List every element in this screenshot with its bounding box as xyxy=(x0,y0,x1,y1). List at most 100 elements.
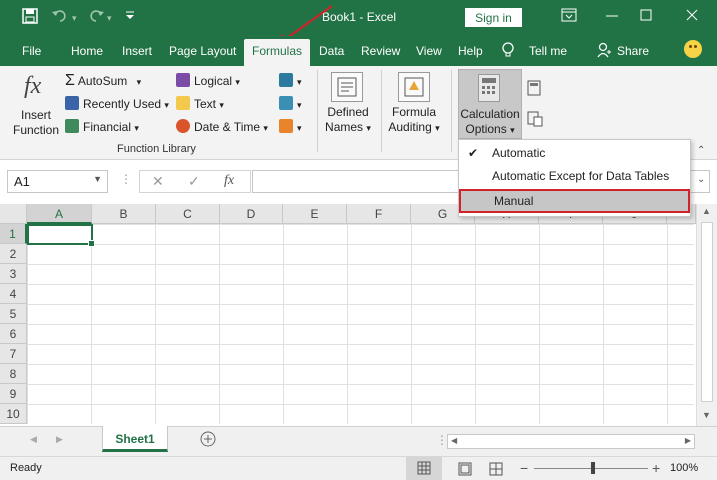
logical-button[interactable]: Logical ▾ xyxy=(176,73,240,88)
chevron-down-icon: ▾ xyxy=(136,77,142,87)
page-break-view-icon[interactable] xyxy=(489,462,503,479)
row-header[interactable]: 6 xyxy=(0,324,27,344)
row-header[interactable]: 8 xyxy=(0,364,27,384)
customize-qat-icon[interactable] xyxy=(125,8,135,29)
share-button[interactable]: Share xyxy=(617,44,649,58)
chevron-down-icon[interactable]: ▼ xyxy=(93,174,102,184)
insert-function-fx-icon[interactable]: fx xyxy=(24,73,41,100)
column-header[interactable]: B xyxy=(92,204,156,224)
normal-view-icon[interactable] xyxy=(406,457,442,480)
save-icon[interactable] xyxy=(22,8,38,30)
chevron-down-icon: ▾ xyxy=(435,123,440,133)
chevron-down-icon: ▾ xyxy=(297,123,302,133)
ribbon-display-icon[interactable] xyxy=(561,8,577,25)
tab-insert[interactable]: Insert xyxy=(122,44,152,58)
formula-auditing-icon[interactable] xyxy=(398,72,430,102)
date-time-button[interactable]: Date & Time ▾ xyxy=(176,119,268,134)
formula-auditing-button[interactable]: Formula Auditing ▾ xyxy=(385,105,443,136)
tab-home[interactable]: Home xyxy=(71,44,103,58)
insert-function-button[interactable]: Insert Function xyxy=(10,108,62,138)
formula-bar-splitter-icon[interactable]: ⋮ xyxy=(120,172,132,186)
scroll-down-icon[interactable]: ▼ xyxy=(702,410,711,420)
vertical-scroll-thumb[interactable] xyxy=(701,222,713,402)
name-box[interactable]: A1 ▼ xyxy=(7,170,108,193)
recently-used-button[interactable]: Recently Used ▾ xyxy=(65,96,169,111)
theta-icon xyxy=(279,96,293,110)
menu-item-automatic[interactable]: ✔ Automatic xyxy=(459,142,690,164)
sign-in-button[interactable]: Sign in xyxy=(465,8,522,27)
row-header[interactable]: 1 xyxy=(0,224,27,244)
tell-me-search[interactable]: Tell me xyxy=(529,44,567,58)
enter-check-icon[interactable]: ✓ xyxy=(188,173,200,190)
menu-item-automatic-except-tables[interactable]: Automatic Except for Data Tables xyxy=(459,165,690,187)
tab-file[interactable]: File xyxy=(22,44,41,58)
scroll-up-icon[interactable]: ▲ xyxy=(702,206,711,216)
tab-page-layout[interactable]: Page Layout xyxy=(169,44,236,58)
undo-icon[interactable] xyxy=(52,8,68,30)
sigma-icon: Σ xyxy=(65,72,75,89)
defined-names-icon[interactable] xyxy=(331,72,363,102)
tab-help[interactable]: Help xyxy=(458,44,483,58)
cell-area[interactable] xyxy=(27,224,694,424)
expand-formula-bar-icon[interactable]: ⌄ xyxy=(697,174,705,185)
redo-icon[interactable] xyxy=(88,8,104,30)
zoom-out-icon[interactable]: − xyxy=(520,460,528,476)
calculate-now-icon[interactable] xyxy=(527,80,541,99)
sheet-tab-bar: ◀ ▶ Sheet1 ⋮ ◀ ▶ xyxy=(0,426,717,456)
lookup-reference-button[interactable]: ▾ xyxy=(279,73,302,88)
row-header[interactable]: 2 xyxy=(0,244,27,264)
active-cell[interactable] xyxy=(27,224,95,247)
restore-icon[interactable] xyxy=(640,8,652,25)
text-button[interactable]: Text ▾ xyxy=(176,96,224,111)
column-header[interactable]: F xyxy=(347,204,411,224)
calculate-sheet-icon[interactable] xyxy=(527,111,543,130)
add-sheet-icon[interactable] xyxy=(200,431,216,450)
sheet-tab[interactable]: Sheet1 xyxy=(102,426,168,452)
next-sheet-icon[interactable]: ▶ xyxy=(56,434,63,445)
column-header[interactable]: E xyxy=(283,204,347,224)
prev-sheet-icon[interactable]: ◀ xyxy=(30,434,37,445)
row-header[interactable]: 10 xyxy=(0,404,27,424)
question-icon xyxy=(176,73,190,87)
zoom-level[interactable]: 100% xyxy=(670,462,698,474)
tab-review[interactable]: Review xyxy=(361,44,400,58)
zoom-in-icon[interactable]: + xyxy=(652,460,660,476)
menu-item-manual[interactable]: Manual xyxy=(459,189,690,213)
math-trig-button[interactable]: ▾ xyxy=(279,96,302,111)
feedback-smiley-icon[interactable] xyxy=(684,40,702,58)
collapse-ribbon-icon[interactable]: ⌃ xyxy=(697,145,705,156)
row-header[interactable]: 5 xyxy=(0,304,27,324)
redo-dropdown-icon[interactable]: ▾ xyxy=(107,8,112,28)
tab-formulas[interactable]: Formulas xyxy=(244,39,311,66)
ribbon-tabs: File Home Insert Page Layout Formulas Da… xyxy=(0,36,717,66)
chevron-down-icon: ▾ xyxy=(263,123,268,133)
more-functions-button[interactable]: ▾ xyxy=(279,119,302,134)
horizontal-scrollbar[interactable]: ◀ ▶ xyxy=(447,434,695,449)
tab-view[interactable]: View xyxy=(416,44,442,58)
select-all-corner[interactable] xyxy=(0,204,27,224)
ribbon-separator xyxy=(317,70,318,152)
star-icon xyxy=(65,96,79,110)
zoom-slider-thumb[interactable] xyxy=(591,462,595,474)
defined-names-button[interactable]: Defined Names ▾ xyxy=(322,105,374,136)
row-header[interactable]: 7 xyxy=(0,344,27,364)
column-header[interactable]: D xyxy=(220,204,283,224)
autosum-button[interactable]: Σ AutoSum ▾ xyxy=(65,72,141,90)
column-header[interactable]: C xyxy=(156,204,220,224)
row-header[interactable]: 9 xyxy=(0,384,27,404)
page-layout-view-icon[interactable] xyxy=(458,462,472,479)
column-header[interactable]: A xyxy=(27,204,92,224)
minimize-icon[interactable] xyxy=(606,8,618,25)
insert-function-icon[interactable]: fx xyxy=(224,173,234,189)
scroll-left-icon[interactable]: ◀ xyxy=(451,436,457,445)
tab-data[interactable]: Data xyxy=(319,44,344,58)
financial-button[interactable]: Financial ▾ xyxy=(65,119,139,134)
undo-dropdown-icon[interactable]: ▾ xyxy=(72,8,77,28)
clock-icon xyxy=(176,119,190,133)
vertical-scrollbar[interactable]: ▲ ▼ xyxy=(696,204,717,426)
row-header[interactable]: 4 xyxy=(0,284,27,304)
scroll-right-icon[interactable]: ▶ xyxy=(685,436,691,445)
cancel-icon[interactable]: ✕ xyxy=(152,173,164,190)
row-header[interactable]: 3 xyxy=(0,264,27,284)
close-icon[interactable] xyxy=(686,8,698,25)
